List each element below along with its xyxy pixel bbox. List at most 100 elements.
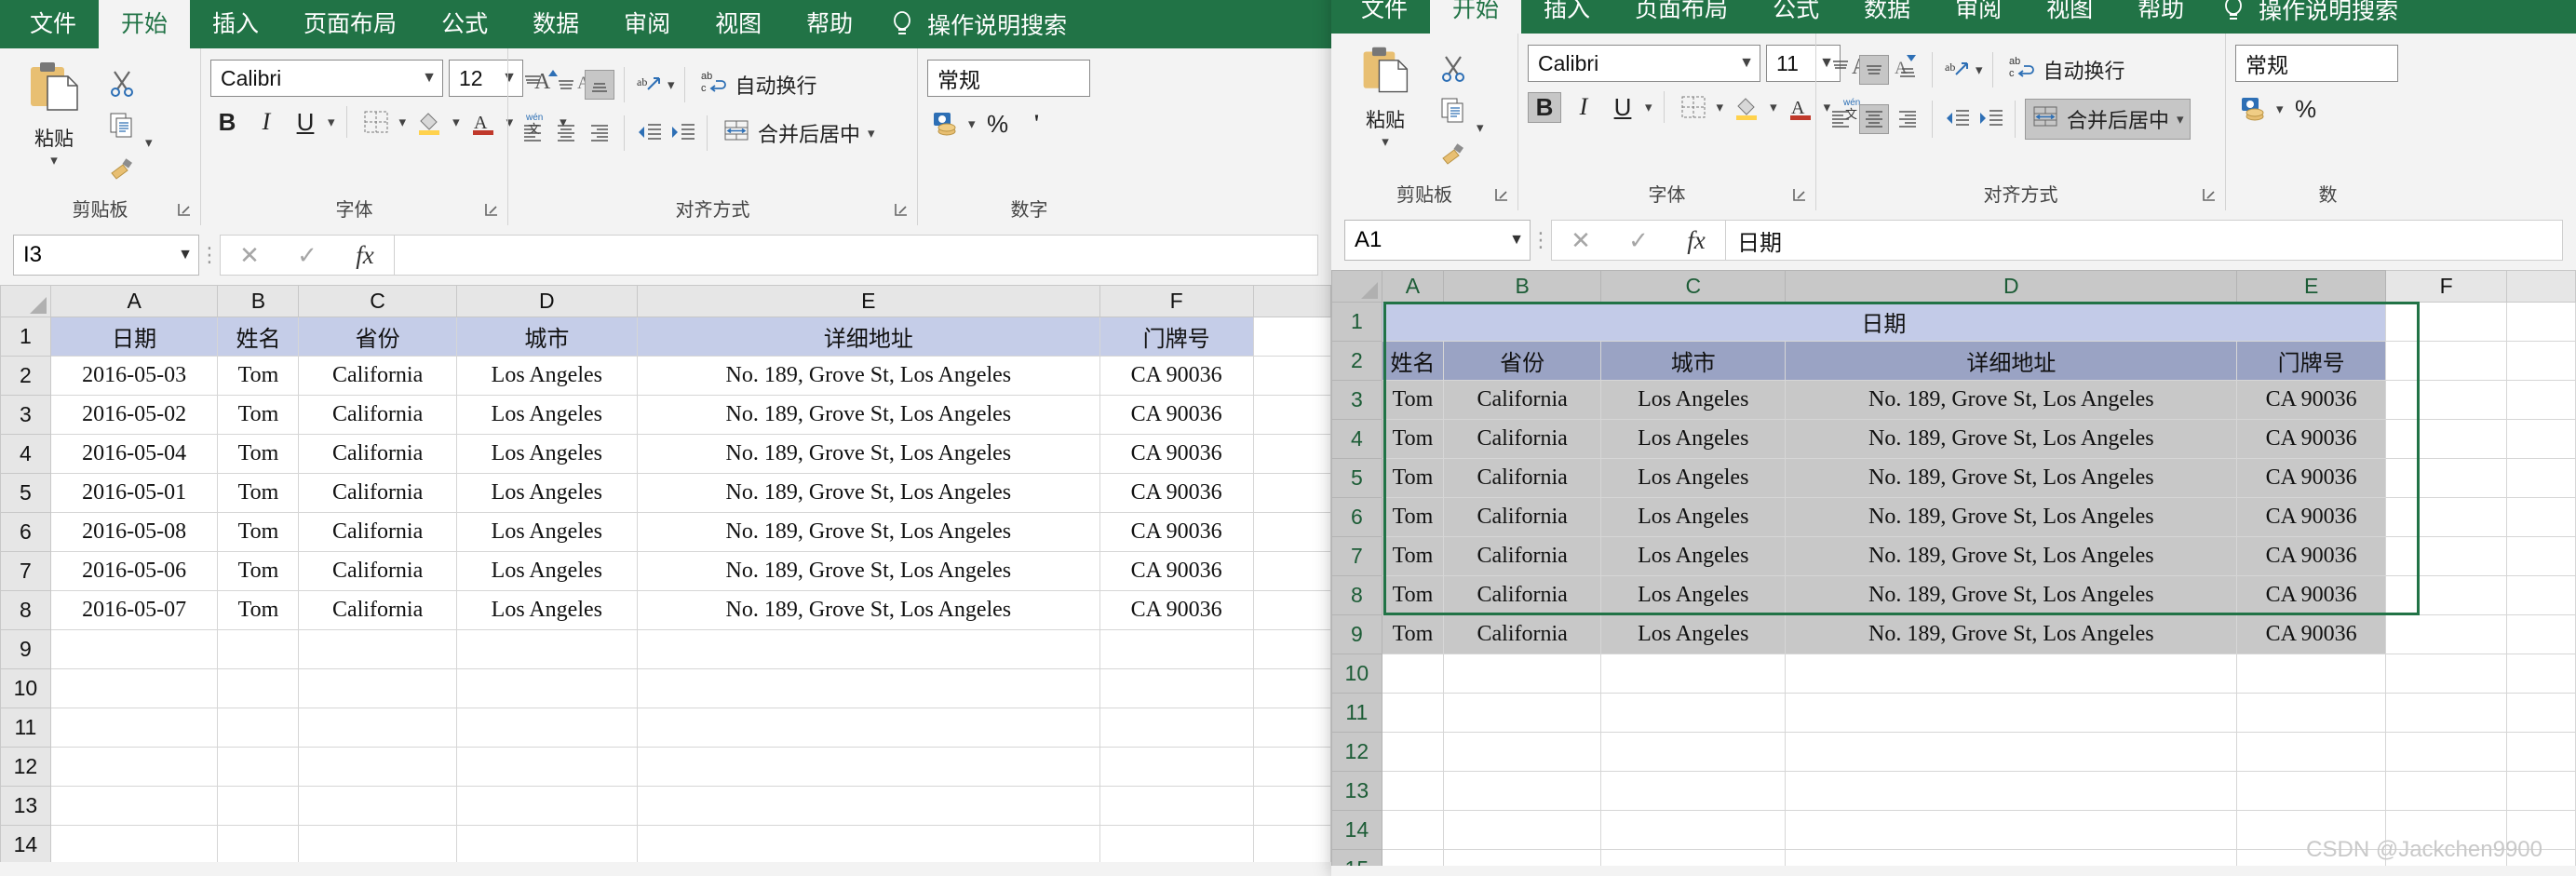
cell-c2[interactable]: 城市	[1600, 341, 1787, 381]
underline-chevron-icon[interactable]: ▾	[1645, 101, 1652, 115]
cell-b14[interactable]	[1443, 810, 1602, 850]
alignment-dialog-launcher[interactable]	[2201, 186, 2219, 205]
cell-a2[interactable]: 2016-05-03	[49, 356, 219, 396]
cell-g3[interactable]	[1252, 395, 1331, 435]
tab-file[interactable]: 文件	[1339, 0, 1430, 34]
cell-e13[interactable]	[636, 786, 1100, 826]
accounting-format-icon[interactable]	[927, 106, 963, 142]
align-top-icon[interactable]	[1826, 55, 1855, 85]
paste-button[interactable]: 粘贴 ▾	[1341, 45, 1430, 149]
cell-f1[interactable]	[2385, 302, 2508, 342]
row-header-1[interactable]: 1	[0, 317, 51, 357]
cell-b3[interactable]: Tom	[217, 395, 300, 435]
cell-f12[interactable]	[2385, 732, 2508, 772]
cell-b4[interactable]: California	[1443, 419, 1602, 459]
cell-d6[interactable]: No. 189, Grove St, Los Angeles	[1785, 497, 2238, 537]
cell-d15[interactable]	[1785, 849, 2238, 866]
cell-c14[interactable]	[1600, 810, 1787, 850]
formula-input[interactable]	[395, 235, 1318, 276]
cell-e5[interactable]: CA 90036	[2236, 458, 2387, 498]
cell-d2[interactable]: Los Angeles	[455, 356, 638, 396]
orientation-icon[interactable]: ab	[1942, 55, 1972, 85]
cell-g6[interactable]	[1252, 512, 1331, 552]
align-left-icon[interactable]	[1826, 104, 1855, 134]
tab-data[interactable]: 数据	[510, 0, 601, 48]
align-bottom-icon[interactable]	[1893, 55, 1922, 85]
row-header-11[interactable]: 11	[1331, 693, 1382, 733]
cell-c3[interactable]: California	[298, 395, 457, 435]
tab-page-layout[interactable]: 页面布局	[281, 0, 419, 48]
row-header-6[interactable]: 6	[1331, 497, 1382, 537]
borders-icon[interactable]	[358, 104, 394, 140]
column-header-e[interactable]: E	[2236, 270, 2387, 303]
cell-a14[interactable]	[1381, 810, 1445, 850]
cell-a13[interactable]	[49, 786, 219, 826]
cell-c9[interactable]	[298, 629, 457, 669]
cell-b15[interactable]	[1443, 849, 1602, 866]
tab-formulas[interactable]: 公式	[1750, 0, 1841, 34]
cell-f6[interactable]	[2385, 497, 2508, 537]
cell-e8[interactable]: No. 189, Grove St, Los Angeles	[636, 590, 1100, 630]
cell-b8[interactable]: California	[1443, 575, 1602, 615]
cut-icon[interactable]	[104, 65, 140, 101]
cell-e12[interactable]	[2236, 732, 2387, 772]
cell-g11[interactable]	[1252, 708, 1331, 748]
row-header-9[interactable]: 9	[0, 629, 51, 669]
cell-e14[interactable]	[636, 825, 1100, 862]
cell-d10[interactable]	[1785, 654, 2238, 694]
cell-f1[interactable]: 门牌号	[1099, 317, 1254, 357]
cell-a7[interactable]: Tom	[1381, 536, 1445, 576]
insert-function-icon[interactable]: fx	[336, 241, 394, 270]
underline-chevron-icon[interactable]: ▾	[328, 115, 335, 129]
cell-e10[interactable]	[636, 668, 1100, 708]
row-header-6[interactable]: 6	[0, 512, 51, 552]
tab-home[interactable]: 开始	[99, 0, 191, 48]
cell-a3[interactable]: Tom	[1381, 380, 1445, 420]
row-header-3[interactable]: 3	[0, 395, 51, 435]
cell-f3[interactable]: CA 90036	[1099, 395, 1254, 435]
borders-chevron-icon[interactable]: ▾	[1717, 101, 1724, 115]
cell-e11[interactable]	[2236, 693, 2387, 733]
cell-e4[interactable]: No. 189, Grove St, Los Angeles	[636, 434, 1100, 474]
row-header-4[interactable]: 4	[1331, 419, 1382, 459]
bold-button[interactable]: B	[210, 108, 244, 137]
cell-d2[interactable]: 详细地址	[1785, 341, 2238, 381]
decrease-indent-icon[interactable]	[634, 118, 664, 148]
row-header-7[interactable]: 7	[1331, 536, 1382, 576]
cell-c10[interactable]	[1600, 654, 1787, 694]
tab-insert[interactable]: 插入	[190, 0, 281, 48]
cell-c10[interactable]	[298, 668, 457, 708]
chevron-down-icon[interactable]: ▼	[178, 247, 193, 263]
cell-b10[interactable]	[1443, 654, 1602, 694]
cell-e6[interactable]: CA 90036	[2236, 497, 2387, 537]
cell-d3[interactable]: Los Angeles	[455, 395, 638, 435]
tab-review[interactable]: 审阅	[601, 0, 693, 48]
fill-color-chevron-icon[interactable]: ▾	[452, 115, 460, 129]
font-name-combo[interactable]: Calibri ▼	[210, 60, 443, 97]
cell-e2[interactable]: No. 189, Grove St, Los Angeles	[636, 356, 1100, 396]
cell-g13[interactable]	[2506, 771, 2576, 811]
cell-f4[interactable]	[2385, 419, 2508, 459]
column-header-b[interactable]: B	[217, 285, 300, 317]
cell-c7[interactable]: Los Angeles	[1600, 536, 1787, 576]
cell-e9[interactable]: CA 90036	[2236, 614, 2387, 654]
row-header-10[interactable]: 10	[1331, 654, 1382, 694]
cell-b7[interactable]: California	[1443, 536, 1602, 576]
cell-d4[interactable]: Los Angeles	[455, 434, 638, 474]
cell-d12[interactable]	[455, 747, 638, 787]
cell-b9[interactable]: California	[1443, 614, 1602, 654]
cell-g12[interactable]	[2506, 732, 2576, 772]
cell-b6[interactable]: Tom	[217, 512, 300, 552]
tab-help[interactable]: 帮助	[2115, 0, 2206, 34]
select-all-corner[interactable]	[0, 285, 51, 317]
cell-d6[interactable]: Los Angeles	[455, 512, 638, 552]
cell-c12[interactable]	[298, 747, 457, 787]
cell-a4[interactable]: 2016-05-04	[49, 434, 219, 474]
column-header-d[interactable]: D	[1785, 270, 2238, 303]
cell-c13[interactable]	[298, 786, 457, 826]
cell-d13[interactable]	[1785, 771, 2238, 811]
clipboard-more-chevron-icon[interactable]: ▾	[145, 136, 153, 150]
copy-icon[interactable]	[104, 108, 140, 143]
tab-insert[interactable]: 插入	[1521, 0, 1612, 34]
font-color-icon[interactable]: A	[1783, 89, 1818, 125]
